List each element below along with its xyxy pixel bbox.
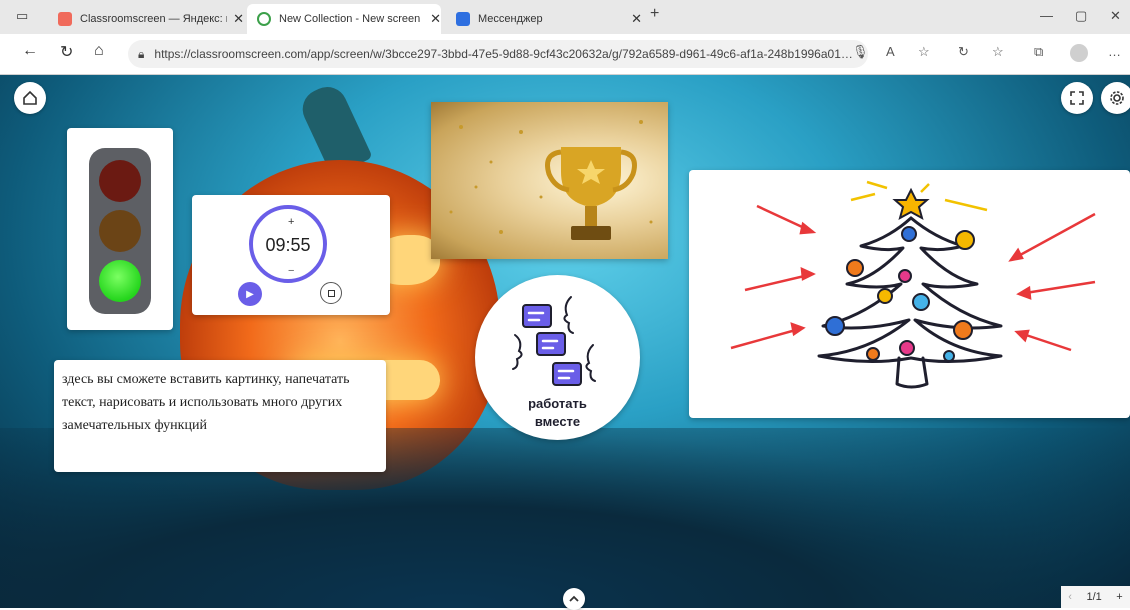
reload-button[interactable]: ↻	[60, 42, 73, 62]
address-bar[interactable]: 🔒︎ https://classroomscreen.com/app/scree…	[128, 40, 868, 68]
timer-increase-button[interactable]: +	[288, 216, 294, 228]
new-tab-button[interactable]: +	[650, 5, 659, 23]
classroomscreen-favicon-icon	[257, 12, 271, 26]
read-aloud-icon[interactable]: A	[886, 44, 895, 59]
address-bar-row: ← ↻ ⌂ 🔒︎ https://classroomscreen.com/app…	[0, 34, 1130, 74]
timer-widget: + 09:55 − ▶	[192, 195, 390, 315]
refresh-page-icon[interactable]: ↻	[958, 44, 969, 60]
yandex-favicon-icon	[58, 12, 72, 26]
tab-messenger[interactable]: Мессенджер ✕	[446, 4, 642, 34]
add-screen-button[interactable]: +	[1116, 591, 1122, 603]
work-together-icon	[512, 296, 596, 386]
timer-display[interactable]: 09:55	[249, 235, 327, 256]
mic-icon[interactable]: 🎙︎	[852, 44, 869, 60]
trophy-image-widget[interactable]	[431, 102, 668, 259]
lock-icon: 🔒︎	[138, 46, 145, 61]
green-light[interactable]	[99, 260, 141, 302]
text-widget[interactable]: здесь вы сможете вставить картинку, напе…	[54, 360, 386, 472]
previous-screen-button[interactable]: ‹	[1068, 591, 1072, 603]
minimize-button[interactable]: —	[1040, 8, 1053, 23]
timer-decrease-button[interactable]: −	[288, 265, 294, 277]
tab-bar: ▭ Classroomscreen — Яндекс: най… ✕ New C…	[0, 0, 1130, 34]
close-tab-icon[interactable]: ✕	[631, 11, 642, 27]
close-tab-icon[interactable]: ✕	[430, 11, 441, 27]
tab-title: New Collection - New screen	[279, 13, 421, 25]
work-symbol-widget[interactable]: работать вместе	[475, 275, 640, 440]
red-light[interactable]	[99, 160, 141, 202]
drawing-widget[interactable]	[689, 170, 1130, 418]
back-button[interactable]: ←	[22, 42, 38, 60]
collections-icon[interactable]: ⧉	[1034, 44, 1043, 60]
text-widget-content: здесь вы сможете вставить картинку, напе…	[62, 372, 350, 433]
tab-title: Мессенджер	[478, 13, 543, 25]
stop-button[interactable]	[320, 282, 342, 304]
close-window-button[interactable]: ✕	[1110, 8, 1121, 24]
favorites-icon[interactable]: ☆	[992, 44, 1004, 60]
work-together-line2: вместе	[534, 414, 581, 429]
fullscreen-icon[interactable]	[1061, 82, 1093, 114]
profile-avatar[interactable]	[1070, 44, 1088, 62]
tab-new-collection[interactable]: New Collection - New screen ✕	[247, 4, 441, 34]
home-icon[interactable]	[14, 82, 46, 114]
play-button[interactable]: ▶	[238, 282, 262, 306]
chevron-up-icon[interactable]	[563, 588, 585, 610]
restore-button[interactable]: ▢	[1075, 8, 1087, 24]
yellow-light[interactable]	[99, 210, 141, 252]
more-icon[interactable]: …	[1108, 44, 1121, 59]
stop-icon	[327, 289, 335, 297]
screen-pager: ‹ 1/1 +	[1061, 586, 1130, 608]
gear-icon[interactable]	[1101, 82, 1130, 114]
work-together-line1: работать	[528, 396, 587, 411]
trophy-icon	[449, 120, 653, 240]
tab-yandex[interactable]: Classroomscreen — Яндекс: най… ✕	[48, 4, 244, 34]
work-together-label: работать вместе	[475, 395, 640, 431]
page-indicator: 1/1	[1086, 591, 1102, 603]
tab-actions-icon[interactable]: ▭	[16, 8, 28, 24]
traffic-light-body	[89, 148, 151, 314]
favorite-icon[interactable]: ☆	[918, 44, 930, 60]
traffic-light-widget[interactable]	[67, 128, 173, 330]
messenger-favicon-icon	[456, 12, 470, 26]
browser-chrome: ▭ Classroomscreen — Яндекс: най… ✕ New C…	[0, 0, 1130, 75]
tab-title: Classroomscreen — Яндекс: най…	[80, 13, 227, 25]
close-tab-icon[interactable]: ✕	[233, 11, 244, 27]
url-text: https://classroomscreen.com/app/screen/w…	[154, 47, 853, 61]
home-browser-button[interactable]: ⌂	[94, 42, 104, 60]
christmas-tree-icon	[730, 180, 1096, 389]
